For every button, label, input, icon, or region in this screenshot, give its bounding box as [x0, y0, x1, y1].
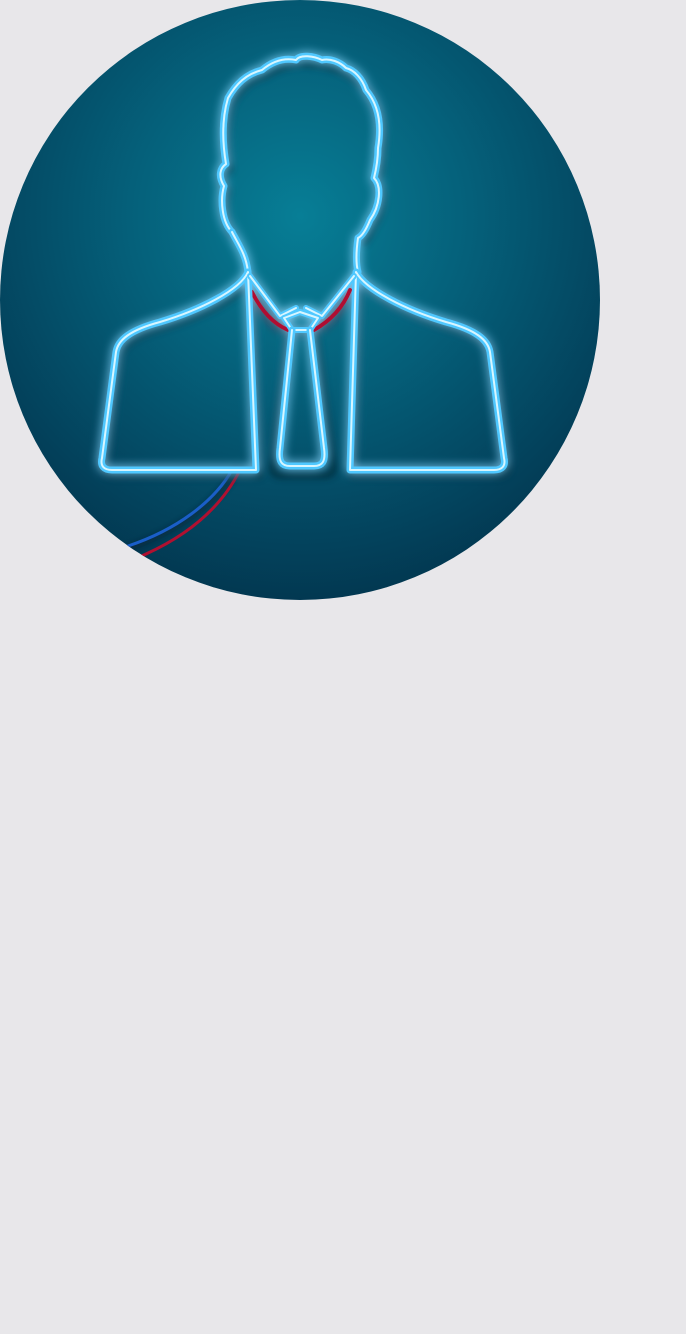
neon-figure	[98, 52, 508, 474]
profile-avatar[interactable]	[0, 0, 600, 600]
screen	[0, 0, 686, 1334]
neon-wire	[39, 466, 242, 592]
user-avatar-icon	[39, 52, 512, 592]
